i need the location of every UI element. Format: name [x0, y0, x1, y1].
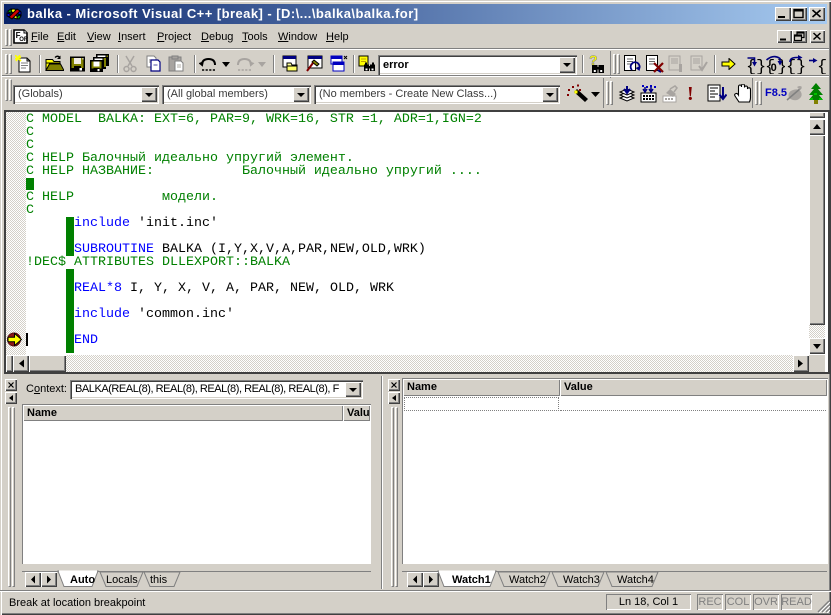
svg-text:Watch2: Watch2: [509, 574, 546, 586]
svg-text:}: }: [796, 58, 805, 74]
svg-text:Auto: Auto: [70, 574, 95, 586]
svg-text:this: this: [150, 574, 168, 586]
svg-text:OR: OR: [19, 37, 28, 43]
svg-text:}: }: [777, 58, 785, 74]
svg-text:Watch1: Watch1: [452, 574, 491, 586]
svg-text:Watch3: Watch3: [563, 574, 600, 586]
svg-text:Watch4: Watch4: [617, 574, 654, 586]
svg-text:0: 0: [771, 62, 777, 74]
svg-text:{: {: [817, 58, 827, 74]
svg-text:}: }: [756, 58, 765, 74]
svg-text:Locals: Locals: [106, 574, 138, 586]
